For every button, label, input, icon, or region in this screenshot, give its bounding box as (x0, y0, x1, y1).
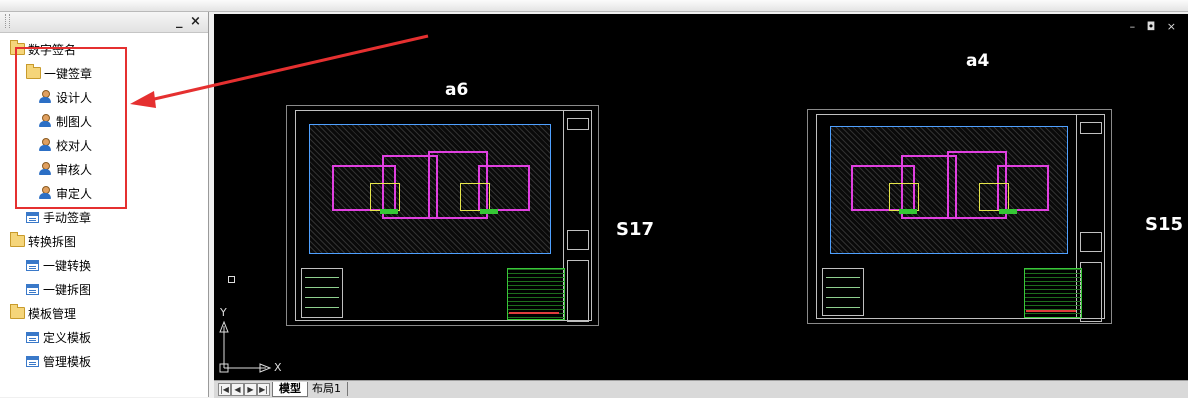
tree-item-reviewer[interactable]: 审核人 (38, 160, 92, 178)
tree-item-one-click-split[interactable]: 一键拆图 (26, 280, 91, 298)
tree-item-label: 设计人 (56, 90, 93, 105)
tree-item-label: 制图人 (56, 114, 93, 129)
window-icon (26, 211, 39, 223)
window-icon (26, 355, 39, 367)
panel-header: _ × (0, 12, 208, 33)
tree-item-manage-template[interactable]: 管理模板 (26, 352, 91, 370)
nav-first-button[interactable]: |◀ (218, 383, 231, 396)
person-icon (38, 138, 52, 152)
tree-item-label: 审定人 (56, 186, 93, 201)
nav-next-button[interactable]: ▶ (244, 383, 257, 396)
nav-prev-button[interactable]: ◀ (231, 383, 244, 396)
person-icon (38, 186, 52, 200)
sheet-code-right: S15 (1145, 214, 1184, 235)
tree-item-label: 转换拆图 (28, 234, 77, 249)
close-button[interactable]: × (190, 14, 201, 29)
layout-tab-bar: |◀ ◀ ▶ ▶| 模型 布局1 (214, 380, 1188, 398)
ucs-y-label: Y (220, 306, 227, 319)
drawing-sheet-right[interactable] (807, 109, 1112, 324)
folder-icon (26, 64, 41, 79)
tree-item-drafter[interactable]: 制图人 (38, 112, 92, 130)
tree-item-label: 数字签名 (28, 42, 77, 57)
floor-plan (309, 124, 551, 254)
sheet-code-left: S17 (616, 219, 655, 240)
tree-item-approver[interactable]: 审定人 (38, 184, 92, 202)
sheet-name-left: a6 (445, 80, 469, 100)
drawing-sheet-left[interactable] (286, 105, 599, 326)
tree-item-convert-split[interactable]: 转换拆图 (10, 232, 76, 250)
legend-table (301, 268, 343, 318)
tree-item-checker[interactable]: 校对人 (38, 136, 92, 154)
title-block (563, 110, 592, 322)
folder-icon (10, 304, 25, 319)
panel-grip-handle[interactable] (5, 14, 10, 28)
tree-item-manual-sign[interactable]: 手动签章 (26, 208, 91, 226)
tree-item-label: 手动签章 (43, 210, 92, 225)
window-icon (26, 259, 39, 271)
drawing-canvas[interactable]: – ◘ × a6 a4 S17 S15 Y X (214, 14, 1188, 380)
nav-last-button[interactable]: ▶| (257, 383, 270, 396)
folder-icon (10, 232, 25, 247)
window-icon (26, 283, 39, 295)
tree-item-define-template[interactable]: 定义模板 (26, 328, 91, 346)
legend-table (822, 268, 864, 316)
folder-icon (10, 40, 25, 55)
tree-item-label: 一键拆图 (43, 282, 92, 297)
title-strip (0, 0, 1188, 12)
person-icon (38, 90, 52, 104)
tree-item-label: 校对人 (56, 138, 93, 153)
person-icon (38, 114, 52, 128)
minimize-button[interactable]: _ (176, 14, 183, 29)
tree-item-one-click-sign[interactable]: 一键签章 (26, 64, 92, 82)
tree-item-label: 一键转换 (43, 258, 92, 273)
tree-item-label: 定义模板 (43, 330, 92, 345)
tree-item-digital-signature[interactable]: 数字签名 (10, 40, 76, 58)
tree-item-designer[interactable]: 设计人 (38, 88, 92, 106)
tab-layout1[interactable]: 布局1 (306, 382, 348, 396)
tree-item-label: 审核人 (56, 162, 93, 177)
tree-item-template-mgmt[interactable]: 模板管理 (10, 304, 76, 322)
tree-item-label: 一键签章 (44, 66, 93, 81)
window-icon (26, 331, 39, 343)
tree-item-label: 模板管理 (28, 306, 77, 321)
tab-model[interactable]: 模型 (272, 382, 308, 397)
tree-item-label: 管理模板 (43, 354, 92, 369)
digital-signature-panel: _ × 数字签名 一键签章 设计人 制图人 校对人 审核人 审定人 手动签章 转… (0, 12, 209, 397)
snap-marker (228, 276, 235, 283)
ucs-x-label: X (274, 361, 282, 374)
person-icon (38, 162, 52, 176)
floor-plan (830, 126, 1068, 254)
tree-item-one-click-convert[interactable]: 一键转换 (26, 256, 91, 274)
sheet-name-right: a4 (966, 51, 990, 71)
drawing-window-controls[interactable]: – ◘ × (1130, 20, 1180, 33)
